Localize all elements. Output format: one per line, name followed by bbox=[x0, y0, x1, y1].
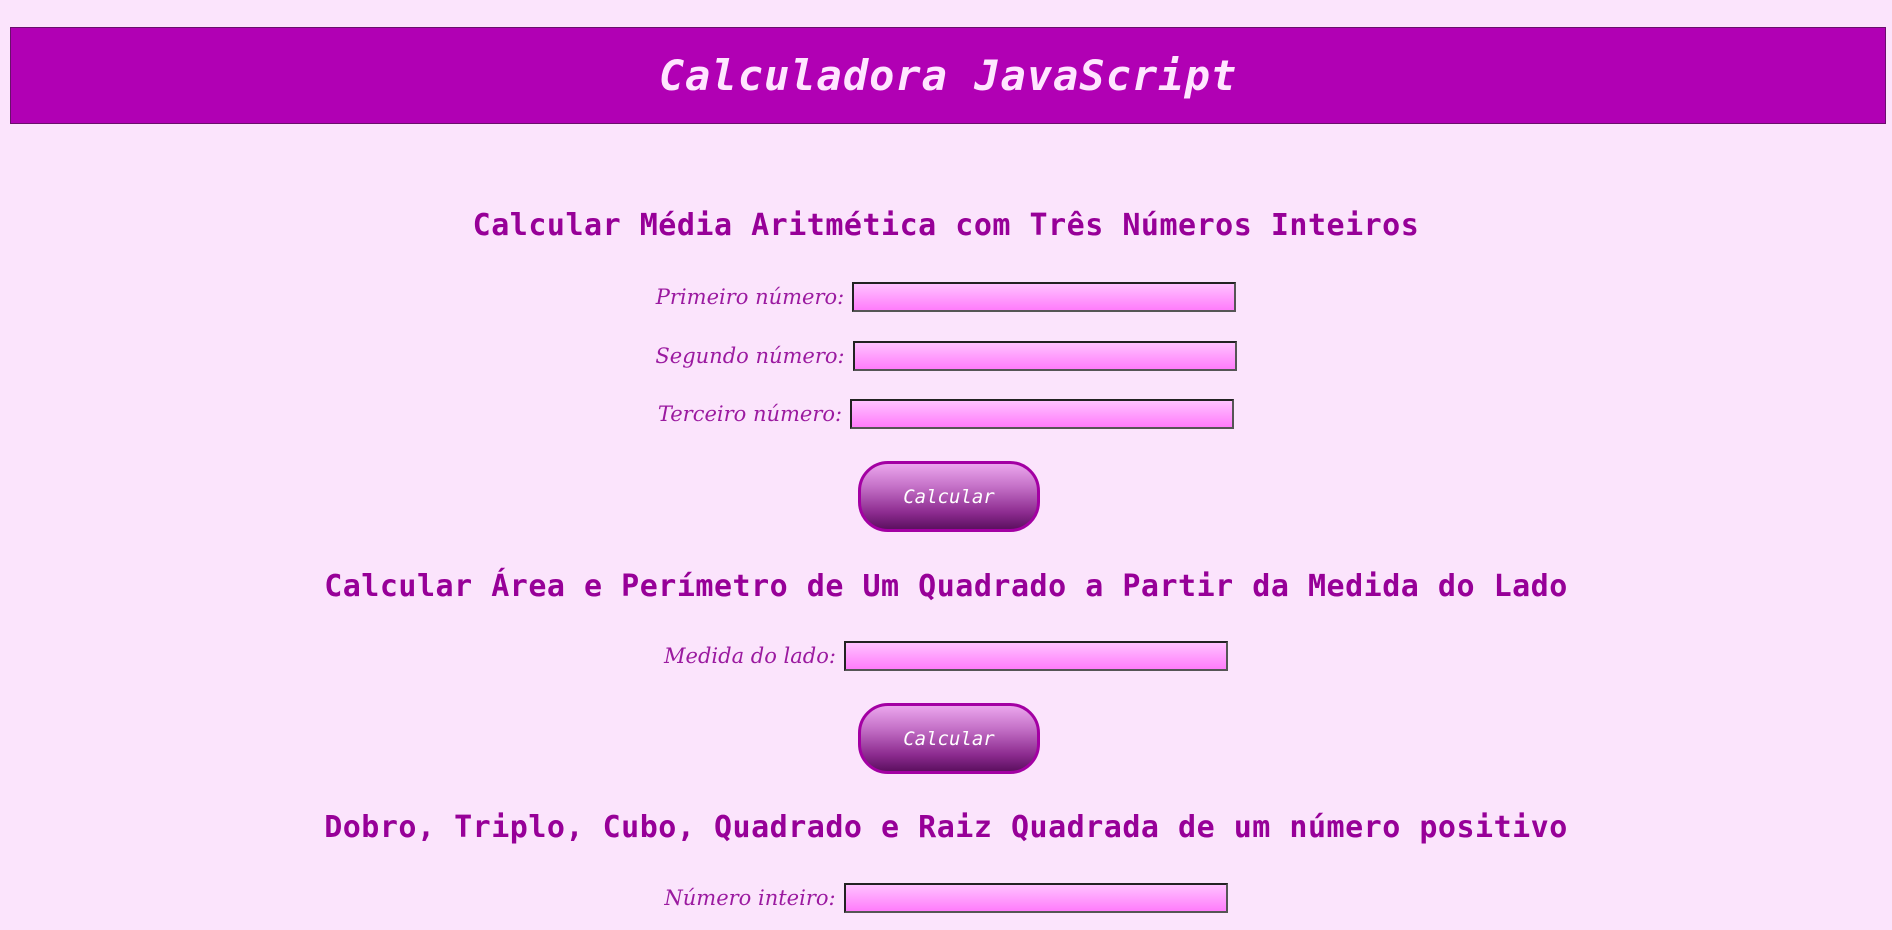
medida-lado-row: Medida do lado: bbox=[0, 640, 1892, 672]
page-header: Calculadora JavaScript bbox=[10, 27, 1886, 124]
terceiro-numero-label: Terceiro número: bbox=[657, 402, 843, 426]
operacoes-section-title: Dobro, Triplo, Cubo, Quadrado e Raiz Qua… bbox=[324, 810, 1568, 845]
segundo-numero-row: Segundo número: bbox=[0, 340, 1892, 372]
numero-inteiro-input[interactable] bbox=[843, 883, 1228, 913]
media-section-title: Calcular Média Aritmética com Três Númer… bbox=[472, 208, 1420, 243]
numero-inteiro-label: Número inteiro: bbox=[664, 886, 836, 910]
primeiro-numero-label: Primeiro número: bbox=[655, 285, 845, 309]
terceiro-numero-row: Terceiro número: bbox=[0, 398, 1892, 430]
calcular-media-button[interactable]: Calcular bbox=[858, 461, 1040, 532]
segundo-numero-input[interactable] bbox=[852, 341, 1237, 371]
page-title: Calculadora JavaScript bbox=[658, 51, 1238, 100]
numero-inteiro-row: Número inteiro: bbox=[0, 882, 1892, 914]
terceiro-numero-input[interactable] bbox=[850, 399, 1235, 429]
calcular-quadrado-button[interactable]: Calcular bbox=[858, 703, 1040, 774]
medida-lado-input[interactable] bbox=[843, 641, 1228, 671]
segundo-numero-label: Segundo número: bbox=[655, 344, 845, 368]
medida-lado-label: Medida do lado: bbox=[664, 644, 836, 668]
primeiro-numero-row: Primeiro número: bbox=[0, 281, 1892, 313]
primeiro-numero-input[interactable] bbox=[852, 282, 1237, 312]
quadrado-section-title: Calcular Área e Perímetro de Um Quadrado… bbox=[324, 569, 1568, 604]
